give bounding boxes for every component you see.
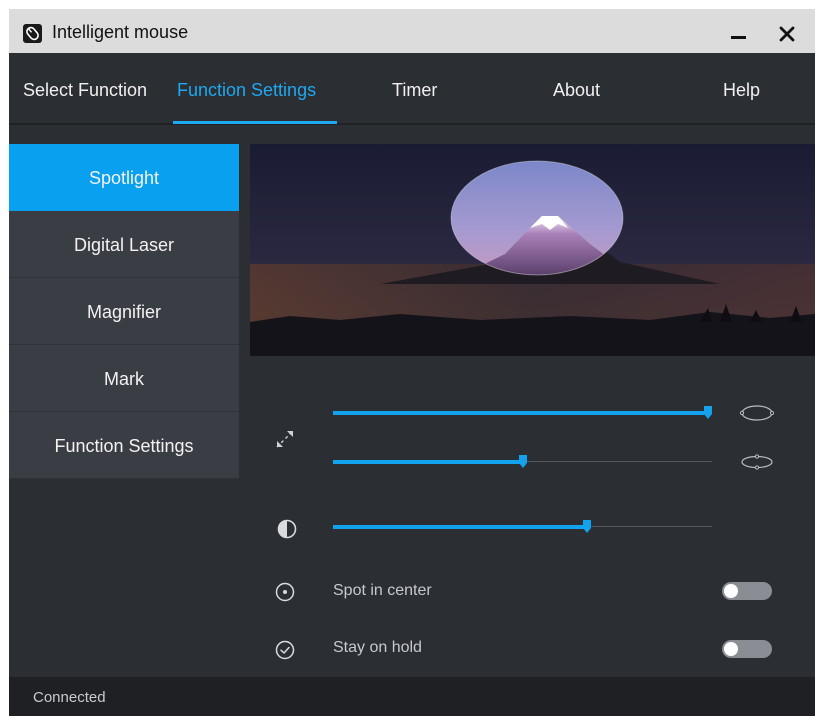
resize-arrows-icon	[275, 429, 295, 454]
target-circle-icon	[275, 582, 295, 607]
contrast-icon	[277, 519, 297, 544]
tab-about[interactable]: About	[553, 80, 600, 101]
sidebar-item-label: Mark	[104, 369, 144, 389]
large-ellipse-icon[interactable]	[739, 404, 775, 427]
sidebar-item-mark[interactable]: Mark	[9, 345, 239, 412]
sidebar-item-label: Spotlight	[88, 168, 160, 188]
minimize-button[interactable]	[723, 19, 753, 47]
sidebar-item-spotlight[interactable]: Spotlight	[9, 144, 239, 211]
sidebar-item-label: Digital Laser	[73, 235, 175, 255]
sidebar-item-magnifier[interactable]: Magnifier	[9, 278, 239, 345]
spot-in-center-label: Spot in center	[333, 582, 432, 599]
sidebar-item-label: Magnifier	[86, 302, 162, 322]
stay-on-hold-toggle[interactable]	[722, 640, 772, 658]
slider-thumb[interactable]	[519, 455, 527, 468]
spotlight-preview-image	[250, 144, 815, 356]
close-button[interactable]	[773, 19, 803, 47]
sidebar-item-label: Function Settings	[54, 436, 194, 456]
slider-fill	[333, 411, 708, 415]
minimize-icon	[731, 36, 746, 39]
app-window: Intelligent mouse Select Function Functi…	[9, 9, 815, 716]
spot-in-center-toggle[interactable]	[722, 582, 772, 600]
tab-function-settings[interactable]: Function Settings	[177, 80, 316, 101]
toggle-knob	[724, 642, 738, 656]
tab-timer[interactable]: Timer	[392, 80, 437, 101]
slider-thumb[interactable]	[704, 406, 712, 419]
tab-select-function[interactable]: Select Function	[23, 80, 147, 101]
sidebar: Spotlight Digital Laser Magnifier Mark F…	[9, 144, 239, 479]
sidebar-item-function-settings[interactable]: Function Settings	[9, 412, 239, 479]
title-bar: Intelligent mouse	[9, 9, 815, 53]
active-tab-indicator	[173, 121, 337, 124]
spotlight-transparency-slider[interactable]	[333, 520, 712, 534]
status-bar: Connected	[9, 677, 815, 716]
stay-on-hold-label: Stay on hold	[333, 639, 422, 656]
mouse-app-icon	[23, 24, 42, 43]
spotlight-size-slider[interactable]	[333, 406, 712, 420]
toggle-knob	[724, 584, 738, 598]
connection-status: Connected	[33, 689, 106, 706]
sidebar-item-digital-laser[interactable]: Digital Laser	[9, 211, 239, 278]
slider-thumb[interactable]	[583, 520, 591, 533]
close-icon	[779, 26, 795, 42]
check-circle-icon	[275, 640, 295, 665]
window-title: Intelligent mouse	[52, 22, 189, 42]
slider-fill	[333, 460, 523, 464]
tab-help[interactable]: Help	[723, 80, 760, 101]
slider-fill	[333, 525, 587, 529]
spotlight-shape-slider[interactable]	[333, 455, 712, 469]
tab-bar: Select Function Function Settings Timer …	[9, 53, 815, 125]
small-ellipse-icon[interactable]	[740, 454, 774, 475]
